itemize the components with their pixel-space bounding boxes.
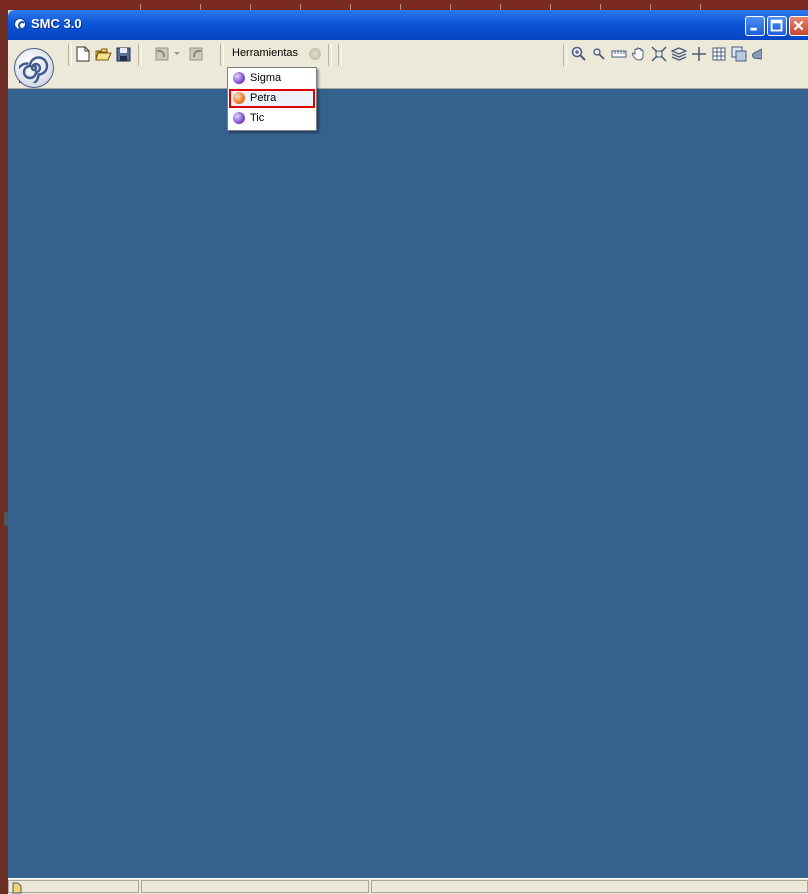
pan-button[interactable] <box>630 45 648 63</box>
app-window: SMC 3.0 Herramientas Sigma Petra Tic <box>8 10 808 894</box>
new-file-button[interactable] <box>74 45 92 63</box>
undo-button[interactable] <box>152 45 170 63</box>
window-title: SMC 3.0 <box>31 16 82 31</box>
close-button[interactable] <box>789 16 808 36</box>
map-canvas[interactable] <box>8 89 808 878</box>
sigma-orb-icon <box>233 72 245 84</box>
toolbar-separator <box>338 44 342 66</box>
grid-icon <box>712 47 726 61</box>
copy-map-button[interactable] <box>730 45 748 63</box>
status-pane <box>371 880 808 893</box>
app-icon[interactable] <box>14 18 26 30</box>
desktop-top-strip <box>0 0 808 10</box>
grid-button[interactable] <box>710 45 728 63</box>
chevron-down-icon <box>174 52 180 55</box>
eraser-button[interactable] <box>750 45 762 63</box>
measure-icon <box>611 50 627 58</box>
layers-icon <box>671 47 687 61</box>
maximize-button[interactable] <box>767 16 787 36</box>
menu-item-tic[interactable]: Tic <box>229 109 315 128</box>
tools-orb-icon[interactable] <box>309 48 321 60</box>
menu-item-label: Sigma <box>250 72 282 84</box>
spiral-logo-icon <box>19 56 49 83</box>
toolbar-separator <box>138 44 142 66</box>
herramientas-menu[interactable]: Herramientas <box>232 47 298 59</box>
eraser-icon <box>752 48 762 60</box>
herramientas-dropdown: Sigma Petra Tic <box>227 67 317 131</box>
crosshair-button[interactable] <box>690 45 708 63</box>
title-bar[interactable]: SMC 3.0 <box>8 10 808 40</box>
smc-logo <box>14 48 54 88</box>
status-pane <box>8 880 139 894</box>
new-file-icon <box>76 46 90 62</box>
save-button[interactable] <box>114 45 132 63</box>
layers-button[interactable] <box>670 45 688 63</box>
measure-button[interactable] <box>610 45 628 63</box>
status-doc-icon <box>12 882 22 894</box>
close-icon <box>793 20 804 31</box>
menu-item-sigma[interactable]: Sigma <box>229 69 315 88</box>
undo-dropdown-arrow[interactable] <box>172 45 182 63</box>
full-extent-button[interactable] <box>650 45 668 63</box>
status-pane <box>141 880 369 893</box>
menu-item-label: Tic <box>250 112 265 124</box>
toolbar-separator <box>328 44 332 66</box>
zoom-out-icon <box>593 48 605 60</box>
toolbar-separator <box>68 44 72 66</box>
minimize-button[interactable] <box>745 16 765 36</box>
copy-map-icon <box>731 46 747 62</box>
redo-button[interactable] <box>188 45 206 63</box>
toolbar-separator <box>563 44 567 66</box>
menu-item-label: Petra <box>250 92 277 104</box>
maximize-icon <box>770 19 783 32</box>
tic-orb-icon <box>233 112 245 124</box>
petra-orb-icon <box>233 92 245 104</box>
open-folder-icon <box>94 48 112 60</box>
main-toolbar: Herramientas <box>8 40 808 89</box>
pan-hand-icon <box>631 47 644 61</box>
crosshair-icon <box>692 47 706 61</box>
status-bar <box>8 878 808 894</box>
minimize-icon <box>750 27 757 31</box>
undo-icon <box>155 47 169 61</box>
zoom-out-button[interactable] <box>590 45 608 63</box>
zoom-in-button[interactable] <box>570 45 588 63</box>
save-icon <box>116 47 130 61</box>
toolbar-separator <box>220 44 224 66</box>
full-extent-icon <box>651 46 667 62</box>
menu-item-petra[interactable]: Petra <box>229 89 315 108</box>
zoom-in-icon <box>571 46 586 61</box>
open-folder-button[interactable] <box>94 45 112 63</box>
redo-icon <box>189 47 203 61</box>
